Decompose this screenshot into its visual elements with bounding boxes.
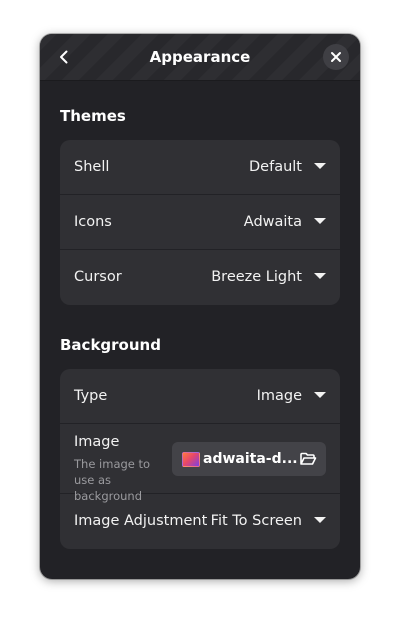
icons-label: Icons [74, 214, 112, 230]
image-adjustment-value: Fit To Screen [210, 513, 302, 529]
close-icon [331, 52, 341, 62]
dialog-title: Appearance [149, 48, 251, 66]
image-file-chooser-button[interactable]: adwaita-d... [172, 442, 326, 476]
shell-value: Default [249, 159, 302, 175]
type-value: Image [256, 388, 302, 404]
image-label: Image [74, 434, 120, 450]
cursor-label: Cursor [74, 269, 122, 285]
dropdown-arrow-icon [314, 517, 326, 523]
icons-value: Adwaita [243, 214, 302, 230]
dropdown-arrow-icon [314, 392, 326, 398]
image-adjustment-label: Image Adjustment [74, 513, 208, 529]
header-bar: Appearance [40, 34, 360, 81]
background-card: Type Image Image The image to use as bac… [60, 369, 340, 549]
cursor-row[interactable]: Cursor Breeze Light [60, 250, 340, 305]
close-button[interactable] [323, 44, 349, 70]
dropdown-arrow-icon [314, 163, 326, 169]
cursor-value: Breeze Light [211, 269, 302, 285]
themes-card: Shell Default Icons Adwaita Cursor Breez… [60, 140, 340, 305]
shell-row[interactable]: Shell Default [60, 140, 340, 195]
image-file-name: adwaita-d... [203, 451, 298, 467]
image-row: Image The image to use as background adw… [60, 424, 340, 503]
icons-row[interactable]: Icons Adwaita [60, 195, 340, 250]
type-label: Type [74, 388, 108, 404]
folder-open-icon [300, 452, 317, 465]
shell-label: Shell [74, 159, 110, 175]
dropdown-arrow-icon [314, 218, 326, 224]
image-thumbnail-icon [182, 452, 200, 467]
type-row[interactable]: Type Image [60, 369, 340, 424]
image-adjustment-row[interactable]: Image Adjustment Fit To Screen [60, 494, 340, 549]
dropdown-arrow-icon [314, 273, 326, 279]
themes-section-title: Themes [60, 107, 126, 125]
background-section-title: Background [60, 336, 161, 354]
appearance-dialog: Appearance Themes Shell Default Icons Ad… [40, 34, 360, 579]
